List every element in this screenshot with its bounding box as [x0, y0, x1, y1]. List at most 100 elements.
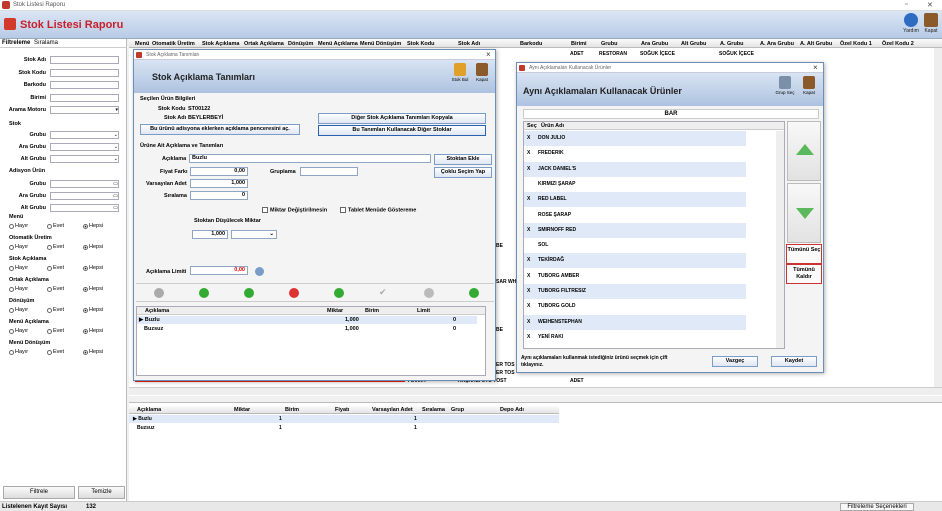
- table-row[interactable]: Buzsuz 1 1: [129, 424, 559, 432]
- grid-column-header[interactable]: Özel Kodu 1: [840, 41, 872, 47]
- radio-option[interactable]: Hayır: [9, 349, 28, 355]
- stock-deduct-input[interactable]: 1,000: [192, 230, 228, 239]
- filter-settings-button[interactable]: Filtreleme Seçenekleri: [840, 503, 914, 511]
- description-table[interactable]: Açıklama Miktar Birim Limit ▶ Buzlu 1,00…: [136, 306, 486, 376]
- radio-option[interactable]: Hepsi: [83, 349, 103, 355]
- grid-column-header[interactable]: Menü Açıklama: [318, 41, 358, 47]
- table-row[interactable]: ▶ Buzlu 1,000 0: [137, 316, 477, 324]
- grid-column-header[interactable]: Birim: [285, 407, 299, 413]
- category-bar[interactable]: BAR: [523, 109, 819, 119]
- description-grid[interactable]: Açıklama Miktar Birim Fiyatı Varsayılan Adet…: [129, 402, 942, 501]
- filter-input[interactable]: [50, 56, 119, 64]
- radio-option[interactable]: Hepsi: [83, 307, 103, 313]
- radio-option[interactable]: Evet: [47, 265, 64, 271]
- exit-button[interactable]: Kapat: [920, 13, 942, 34]
- list-item[interactable]: X TUBORG AMBER: [524, 268, 746, 284]
- grid-column-header[interactable]: A. Grubu: [720, 41, 744, 47]
- grid-column-header[interactable]: Grup: [451, 407, 464, 413]
- item-check[interactable]: X: [527, 135, 530, 141]
- radio-option[interactable]: Hepsi: [83, 223, 103, 229]
- list-item[interactable]: X JACK DANIEL'S: [524, 161, 746, 177]
- grid-column-header[interactable]: Ara Grubu: [641, 41, 668, 47]
- multi-select-button[interactable]: Çoklu Seçim Yap: [434, 167, 492, 178]
- list-item[interactable]: SOL: [524, 238, 746, 254]
- close-icon[interactable]: ×: [486, 50, 491, 59]
- grid-column-header[interactable]: Otomatik Üretim: [152, 41, 195, 47]
- grid-column-header[interactable]: Stok Kodu: [407, 41, 435, 47]
- tab-siralama[interactable]: Sıralama: [34, 40, 58, 46]
- grid-column-header[interactable]: Dönüşüm: [288, 41, 313, 47]
- grid-column-header[interactable]: Sıralama: [422, 407, 445, 413]
- list-item[interactable]: X SMIRNOFF RED: [524, 222, 746, 238]
- group-lookup[interactable]: ▭: [50, 204, 119, 212]
- list-scrollbar[interactable]: [776, 131, 784, 348]
- refresh-icon[interactable]: [469, 288, 479, 298]
- group-select[interactable]: ⌄: [50, 131, 119, 139]
- clear-all-button[interactable]: Tümünü Kaldır: [786, 264, 822, 284]
- item-check[interactable]: X: [527, 319, 530, 325]
- item-check[interactable]: X: [527, 227, 530, 233]
- back-icon[interactable]: [154, 288, 164, 298]
- grid-column-header[interactable]: Ortak Açıklama: [244, 41, 284, 47]
- grid-column-header[interactable]: Birimi: [571, 41, 587, 47]
- grid-column-header[interactable]: Fiyatı: [335, 407, 349, 413]
- price-diff-input[interactable]: 0,00: [190, 167, 248, 176]
- close-icon[interactable]: ×: [813, 63, 818, 72]
- grid-column-header[interactable]: Miktar: [234, 407, 250, 413]
- list-item[interactable]: X RED LABEL: [524, 192, 746, 208]
- list-item[interactable]: KIRMIZI ŞARAP: [524, 176, 746, 192]
- grid-column-header[interactable]: Barkodu: [520, 41, 542, 47]
- item-check[interactable]: X: [527, 273, 530, 279]
- list-item[interactable]: X YENİ RAKI: [524, 329, 746, 345]
- item-check[interactable]: X: [527, 288, 530, 294]
- radio-option[interactable]: Hayır: [9, 265, 28, 271]
- grid-column-header[interactable]: Açıklama: [137, 407, 161, 413]
- group-lookup[interactable]: ▭: [50, 192, 119, 200]
- open-description-window-button[interactable]: Bu ürünü adisyona eklerken açıklama penc…: [140, 124, 300, 135]
- filter-input[interactable]: [50, 69, 119, 77]
- check-icon[interactable]: ✔: [379, 287, 387, 298]
- radio-option[interactable]: Evet: [47, 244, 64, 250]
- grid-column-header[interactable]: Menü: [135, 41, 149, 47]
- filter-input[interactable]: [50, 81, 119, 89]
- maximize-icon[interactable]: ▫: [905, 1, 907, 8]
- list-item[interactable]: X TUBORG GOLD: [524, 299, 746, 315]
- select-all-button[interactable]: Tümünü Seç: [786, 244, 822, 264]
- grid-column-header[interactable]: Alt Grubu: [681, 41, 706, 47]
- radio-option[interactable]: Hepsi: [83, 265, 103, 271]
- radio-option[interactable]: Hayır: [9, 286, 28, 292]
- item-check[interactable]: X: [527, 303, 530, 309]
- radio-option[interactable]: Evet: [47, 349, 64, 355]
- item-check[interactable]: X: [527, 334, 530, 340]
- list-item[interactable]: X TUBORG FILTRESIZ: [524, 284, 746, 299]
- list-item[interactable]: X FREDERIK: [524, 146, 746, 162]
- delete-icon[interactable]: [289, 288, 299, 298]
- stock-search-button[interactable]: Stok Bul: [448, 63, 472, 82]
- miktar-checkbox[interactable]: Miktar Değiştirilmesin: [262, 207, 327, 213]
- item-check[interactable]: X: [527, 150, 530, 156]
- radio-option[interactable]: Evet: [47, 286, 64, 292]
- item-check[interactable]: X: [527, 257, 530, 263]
- copy-descriptions-button[interactable]: Diğer Stok Açıklama Tanımları Kopyala: [318, 113, 486, 124]
- radio-option[interactable]: Hayır: [9, 307, 28, 313]
- move-up-button[interactable]: [787, 121, 821, 181]
- list-item[interactable]: ROSE ŞARAP: [524, 207, 746, 223]
- vertical-scrollbar[interactable]: [934, 48, 942, 387]
- item-check[interactable]: X: [527, 166, 530, 172]
- unit-select[interactable]: ⌄: [231, 230, 277, 239]
- radio-option[interactable]: Hepsi: [83, 286, 103, 292]
- grid-column-header[interactable]: Stok Adı: [458, 41, 480, 47]
- horizontal-scrollbar[interactable]: [129, 387, 942, 395]
- grid-column-header[interactable]: Menü Dönüşüm: [360, 41, 401, 47]
- save-button[interactable]: Kaydet: [771, 356, 817, 367]
- close-button[interactable]: Kapat: [470, 63, 494, 82]
- radio-option[interactable]: Hepsi: [83, 328, 103, 334]
- grid-column-header[interactable]: A. Ara Grubu: [760, 41, 794, 47]
- table-row[interactable]: Buzsuz 1,000 0: [137, 325, 477, 333]
- grid-column-header[interactable]: Grubu: [601, 41, 618, 47]
- cancel-button[interactable]: Vazgeç: [712, 356, 758, 367]
- forward-icon[interactable]: [199, 288, 209, 298]
- radio-option[interactable]: Hayır: [9, 223, 28, 229]
- grid-column-header[interactable]: A. Alt Grubu: [800, 41, 832, 47]
- list-item[interactable]: X DON JULIO: [524, 131, 746, 146]
